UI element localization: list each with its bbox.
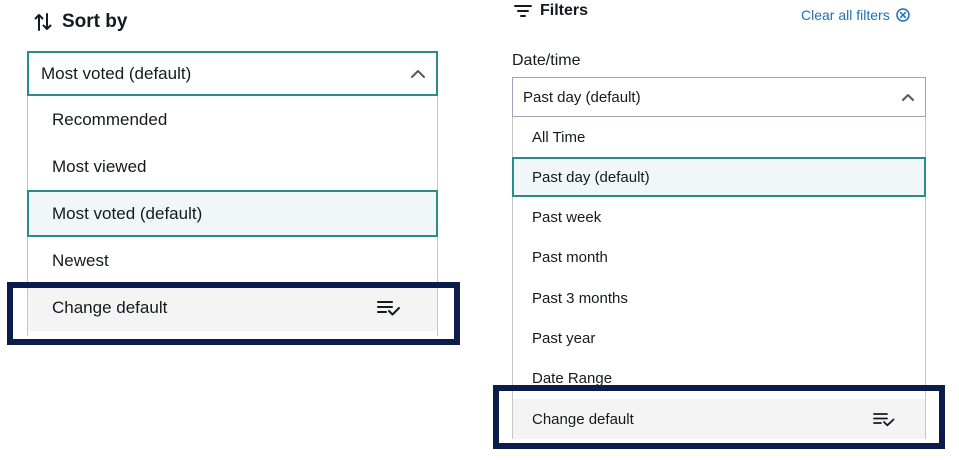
filter-lines-icon bbox=[514, 5, 532, 17]
date-option-label: Past month bbox=[532, 248, 608, 266]
date-time-label: Date/time bbox=[512, 52, 581, 69]
date-option-label: Date Range bbox=[532, 369, 613, 387]
date-option-label: Past year bbox=[532, 329, 596, 347]
date-option-label: All Time bbox=[532, 128, 586, 146]
clear-all-filters-label: Clear all filters bbox=[801, 7, 890, 23]
sort-option-label: Recommended bbox=[52, 109, 168, 129]
date-option-label: Past day (default) bbox=[532, 168, 650, 186]
sort-option-most-viewed[interactable]: Most viewed bbox=[28, 143, 437, 190]
chevron-up-icon[interactable] bbox=[901, 93, 915, 102]
date-option-past-week[interactable]: Past week bbox=[513, 197, 925, 237]
date-option-past-month[interactable]: Past month bbox=[513, 237, 925, 277]
highlight-box-sort-change-default bbox=[7, 282, 460, 345]
date-time-select[interactable]: Past day (default) bbox=[512, 77, 926, 117]
filters-title: Filters bbox=[540, 2, 589, 19]
sort-by-title: Sort by bbox=[62, 11, 128, 32]
sort-option-newest[interactable]: Newest bbox=[28, 237, 437, 284]
sort-selected-value: Most voted (default) bbox=[41, 63, 192, 83]
sort-option-most-voted[interactable]: Most voted (default) bbox=[27, 190, 438, 237]
sort-option-label: Most voted (default) bbox=[52, 203, 203, 223]
filters-header: Filters bbox=[514, 0, 588, 22]
date-option-past-3-months[interactable]: Past 3 months bbox=[513, 278, 925, 318]
close-circle-icon bbox=[895, 8, 910, 22]
date-option-all-time[interactable]: All Time bbox=[513, 117, 925, 157]
chevron-up-icon[interactable] bbox=[410, 69, 426, 79]
sort-arrows-icon bbox=[34, 13, 52, 31]
sort-option-recommended[interactable]: Recommended bbox=[28, 96, 437, 143]
date-time-selected-value: Past day (default) bbox=[523, 88, 641, 106]
highlight-box-date-change-default bbox=[493, 385, 945, 449]
date-option-past-day[interactable]: Past day (default) bbox=[512, 157, 926, 197]
sort-option-label: Newest bbox=[52, 250, 109, 270]
date-option-past-year[interactable]: Past year bbox=[513, 318, 925, 358]
clear-all-filters-link[interactable]: Clear all filters bbox=[801, 6, 910, 24]
sort-by-header: Sort by bbox=[34, 10, 127, 34]
date-option-label: Past 3 months bbox=[532, 289, 628, 307]
sort-select[interactable]: Most voted (default) bbox=[27, 51, 438, 96]
sort-option-label: Most viewed bbox=[52, 156, 147, 176]
date-option-label: Past week bbox=[532, 208, 602, 226]
